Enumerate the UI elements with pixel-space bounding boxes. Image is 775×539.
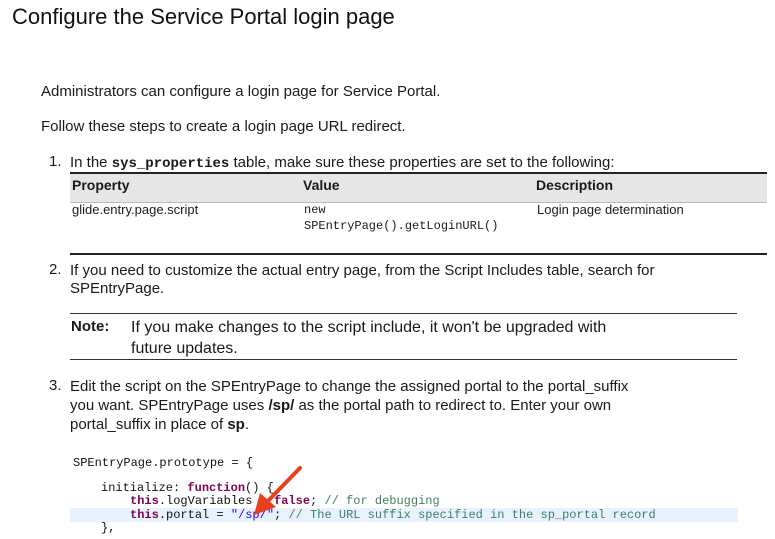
step-3-line2-c: as the portal path to redirect to. Enter…	[294, 397, 612, 414]
step-3-sp: sp	[227, 416, 245, 433]
code-line-1: SPEntryPage.prototype = {	[73, 456, 254, 470]
note-label: Note:	[71, 318, 110, 335]
code-line-2-a: initialize:	[101, 481, 188, 495]
steps-intro-text: Follow these steps to create a login pag…	[41, 118, 406, 135]
table-header: Property Value Description	[70, 172, 767, 203]
note-bottom-rule	[70, 359, 737, 360]
intro-text: Administrators can configure a login pag…	[41, 83, 441, 100]
code-line-5: },	[101, 521, 116, 535]
step-3-line3: portal_suffix in place of sp.	[70, 415, 249, 434]
step-2-line2: SPEntryPage.	[70, 280, 165, 297]
step-3-line2-a: you want. SPEntryPage uses	[70, 397, 269, 414]
step-1-post: table, make sure these properties are se…	[229, 154, 615, 171]
annotation-arrow-icon	[254, 466, 302, 515]
table-cell-value-line2: SPEntryPage().getLoginURL()	[304, 219, 499, 233]
code-keyword-this-2: this	[130, 508, 159, 522]
table-cell-property: glide.entry.page.script	[72, 202, 199, 217]
code-comment-url-suffix: // The URL suffix specified in the sp_po…	[288, 508, 656, 522]
step-1-text: In the sys_properties table, make sure t…	[70, 153, 615, 174]
table-bottom-rule	[70, 253, 767, 255]
step-3-line3-c: .	[244, 416, 250, 433]
note-top-rule	[70, 313, 737, 314]
step-1-pre: In the	[70, 154, 112, 171]
step-2-line1: If you need to customize the actual entr…	[70, 262, 655, 279]
code-line-4: this.portal = "/sp/"; // The URL suffix …	[130, 508, 656, 522]
table-header-property: Property	[72, 177, 130, 193]
step-3-number: 3.	[49, 377, 62, 394]
code-line-4-a: .portal =	[158, 508, 231, 522]
code-keyword-this: this	[130, 494, 159, 508]
page-title: Configure the Service Portal login page	[12, 4, 395, 29]
step-3-line3-a: portal_suffix in place of	[70, 416, 228, 433]
table-header-description: Description	[536, 177, 614, 193]
step-1-number: 1.	[49, 153, 62, 170]
step-3-line2: you want. SPEntryPage uses /sp/ as the p…	[70, 396, 611, 415]
step-3-line1: Edit the script on the SPEntryPage to ch…	[70, 378, 629, 395]
code-keyword-function: function	[187, 481, 246, 495]
table-cell-value-line1: new	[304, 203, 326, 217]
code-line-3-b: ;	[310, 494, 325, 508]
code-comment-debugging: // for debugging	[324, 494, 440, 508]
note-line1: If you make changes to the script includ…	[131, 319, 607, 336]
table-header-value: Value	[303, 177, 340, 193]
step-3-portal-path: /sp/	[268, 397, 295, 414]
table-cell-description: Login page determination	[537, 202, 684, 217]
step-2-number: 2.	[49, 261, 62, 278]
note-line2: future updates.	[131, 340, 238, 357]
step-1-code: sys_properties	[111, 156, 230, 172]
